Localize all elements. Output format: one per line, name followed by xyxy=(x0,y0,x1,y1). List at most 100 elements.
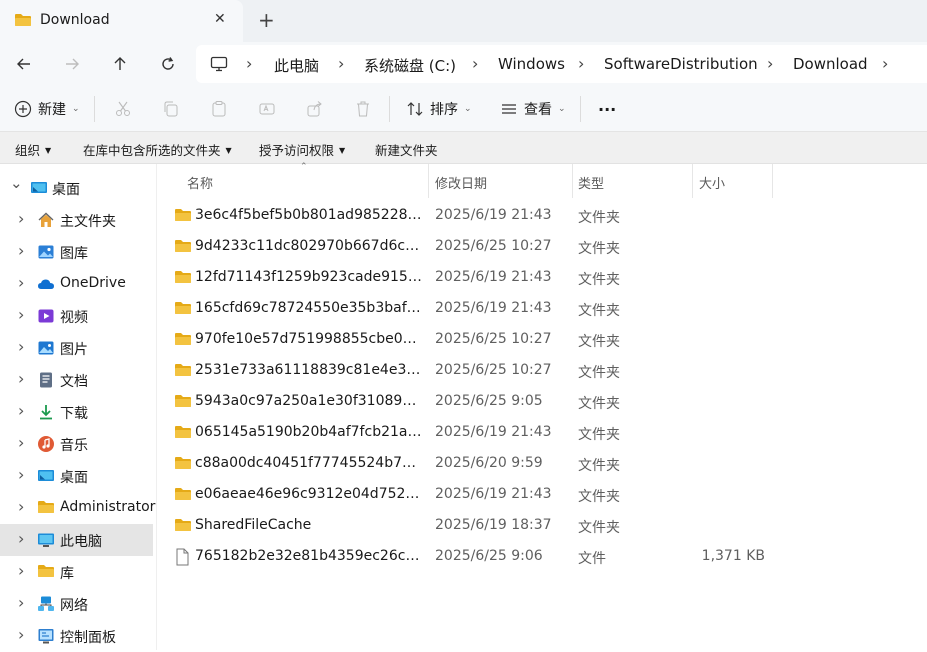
forward-button[interactable] xyxy=(60,52,84,76)
chevron-right-icon[interactable]: › xyxy=(18,561,24,580)
chevron-right-icon[interactable]: › xyxy=(18,401,24,420)
pictures-icon xyxy=(37,339,55,357)
more-button[interactable]: ··· xyxy=(598,86,616,132)
sort-button[interactable]: 排序 ⌄ xyxy=(406,86,472,132)
breadcrumb-this-pc[interactable]: 此电脑 xyxy=(274,55,319,76)
share-icon xyxy=(307,101,322,117)
file-date: 2025/6/19 21:43 xyxy=(435,269,552,285)
file-type: 文件夹 xyxy=(578,489,620,505)
chevron-right-icon[interactable]: › xyxy=(18,529,24,548)
file-type: 文件夹 xyxy=(578,210,620,226)
table-row[interactable]: SharedFileCache 2025/6/19 18:37 文件夹 xyxy=(157,510,927,541)
up-button[interactable] xyxy=(108,52,132,76)
sidebar-item[interactable]: › Administrator xyxy=(0,492,155,524)
column-header-size[interactable]: 大小 xyxy=(693,164,773,198)
table-row[interactable]: 5943a0c97a250a1e30f31089e2043c6d 2025/6/2… xyxy=(157,386,927,417)
sidebar-item[interactable]: ⌄ 桌面 xyxy=(0,172,153,204)
table-row[interactable]: 065145a5190b20b4af7fcb21a7ea9e25 2025/6/1… xyxy=(157,417,927,448)
sidebar-item[interactable]: › 文档 xyxy=(0,364,153,396)
breadcrumb-download[interactable]: Download xyxy=(793,55,868,73)
chevron-right-icon[interactable]: › xyxy=(18,209,24,228)
sidebar-item[interactable]: › 库 xyxy=(0,556,153,588)
menu-organize[interactable]: 组织 ▼ xyxy=(15,140,51,159)
table-row[interactable]: 765182b2e32e81b4359ec26ca98d4e0c 2025/6/2… xyxy=(157,541,927,572)
file-name: SharedFileCache xyxy=(195,517,312,533)
sidebar-item[interactable]: › 图库 xyxy=(0,236,153,268)
table-row[interactable]: 2531e733a61118839c81e4e3a85f09a1 2025/6/2… xyxy=(157,355,927,386)
chevron-right-icon[interactable]: › xyxy=(18,625,24,644)
chevron-right-icon[interactable]: › xyxy=(18,465,24,484)
sidebar-item-label: 音乐 xyxy=(60,438,88,454)
breadcrumb-softwaredistribution[interactable]: SoftwareDistribution xyxy=(604,55,758,73)
copy-button[interactable] xyxy=(162,86,180,132)
sidebar-item[interactable]: › OneDrive xyxy=(0,268,153,300)
sidebar-item[interactable]: › 下载 xyxy=(0,396,153,428)
sidebar-item[interactable]: › 视频 xyxy=(0,300,153,332)
chevron-right-icon[interactable]: › xyxy=(18,241,24,260)
chevron-right-icon[interactable]: › xyxy=(18,433,24,452)
sidebar-item[interactable]: › 主文件夹 xyxy=(0,204,153,236)
column-type-label: 类型 xyxy=(578,177,605,192)
delete-button[interactable] xyxy=(354,86,372,132)
menu-grant-access[interactable]: 授予访问权限 ▼ xyxy=(259,140,345,159)
sidebar-item[interactable]: › 音乐 xyxy=(0,428,153,460)
table-row[interactable]: 165cfd69c78724550e35b3baf52ca1d3 2025/6/1… xyxy=(157,293,927,324)
address-bar[interactable]: › 此电脑 › 系统磁盘 (C:) › Windows › SoftwareDi… xyxy=(196,45,927,83)
file-name: 065145a5190b20b4af7fcb21a7ea9e25 xyxy=(195,424,423,440)
view-button[interactable]: 查看 ⌄ xyxy=(500,86,566,132)
column-divider[interactable] xyxy=(772,164,773,198)
chevron-right-icon: › xyxy=(338,54,345,73)
refresh-button[interactable] xyxy=(156,52,180,76)
file-size: 1,371 KB xyxy=(701,548,765,564)
cloud-icon xyxy=(37,275,55,293)
table-row[interactable]: 12fd71143f1259b923cade915442d4e0 2025/6/1… xyxy=(157,262,927,293)
table-row[interactable]: 3e6c4f5bef5b0b801ad98522823ce7ef 2025/6/1… xyxy=(157,200,927,231)
tab-download[interactable]: Download ✕ xyxy=(0,0,243,42)
new-tab-button[interactable]: + xyxy=(258,8,275,32)
sort-icon xyxy=(407,102,423,116)
chevron-right-icon[interactable]: › xyxy=(18,273,24,292)
column-header-type[interactable]: 类型 xyxy=(573,164,693,198)
column-header-name[interactable]: ⌃ 名称 xyxy=(157,162,429,198)
sidebar-item[interactable]: › 此电脑 xyxy=(0,524,153,556)
table-row[interactable]: 9d4233c11dc802970b667d6c1cc2e9ab 2025/6/2… xyxy=(157,231,927,262)
sidebar-item[interactable]: › 控制面板 xyxy=(0,620,153,652)
monitor-icon xyxy=(210,56,228,76)
table-row[interactable]: e06aeae46e96c9312e04d752761a0b23 2025/6/1… xyxy=(157,479,927,510)
file-type: 文件夹 xyxy=(578,334,620,350)
sidebar-item[interactable]: › 网络 xyxy=(0,588,153,620)
paste-button[interactable] xyxy=(210,86,228,132)
menu-include-in-library[interactable]: 在库中包含所选的文件夹 ▼ xyxy=(83,140,232,159)
close-tab-button[interactable]: ✕ xyxy=(214,11,226,27)
new-button[interactable]: 新建 ⌄ xyxy=(14,86,80,132)
chevron-right-icon: › xyxy=(246,54,253,73)
chevron-right-icon[interactable]: › xyxy=(18,369,24,388)
folder-icon xyxy=(174,455,192,475)
music-icon xyxy=(37,435,55,453)
chevron-down-icon[interactable]: ⌄ xyxy=(10,174,23,192)
chevron-right-icon[interactable]: › xyxy=(18,497,24,516)
file-date: 2025/6/25 10:27 xyxy=(435,238,552,254)
chevron-right-icon[interactable]: › xyxy=(18,337,24,356)
sidebar-item[interactable]: › 桌面 xyxy=(0,460,153,492)
rename-button[interactable] xyxy=(258,86,276,132)
chevron-right-icon[interactable]: › xyxy=(18,305,24,324)
folder-icon xyxy=(14,12,32,32)
caret-down-icon: ▼ xyxy=(225,146,232,155)
breadcrumb-system-disk[interactable]: 系统磁盘 (C:) xyxy=(364,55,456,76)
divider xyxy=(580,96,581,122)
view-icon xyxy=(502,104,516,114)
chevron-right-icon[interactable]: › xyxy=(18,593,24,612)
breadcrumb-windows[interactable]: Windows xyxy=(498,55,565,73)
table-row[interactable]: 970fe10e57d751998855cbe0c21a7f4b 2025/6/2… xyxy=(157,324,927,355)
table-row[interactable]: c88a00dc40451f77745524b7ab7c6ad0 2025/6/2… xyxy=(157,448,927,479)
back-button[interactable] xyxy=(12,52,36,76)
address-row: › 此电脑 › 系统磁盘 (C:) › Windows › SoftwareDi… xyxy=(0,42,927,86)
share-button[interactable] xyxy=(306,86,324,132)
column-header-date[interactable]: 修改日期 xyxy=(429,164,573,198)
menu-new-folder[interactable]: 新建文件夹 xyxy=(375,140,438,159)
sidebar-item[interactable]: › 图片 xyxy=(0,332,153,364)
file-date: 2025/6/25 10:27 xyxy=(435,331,552,347)
file-type: 文件 xyxy=(578,551,606,567)
cut-button[interactable] xyxy=(114,86,132,132)
